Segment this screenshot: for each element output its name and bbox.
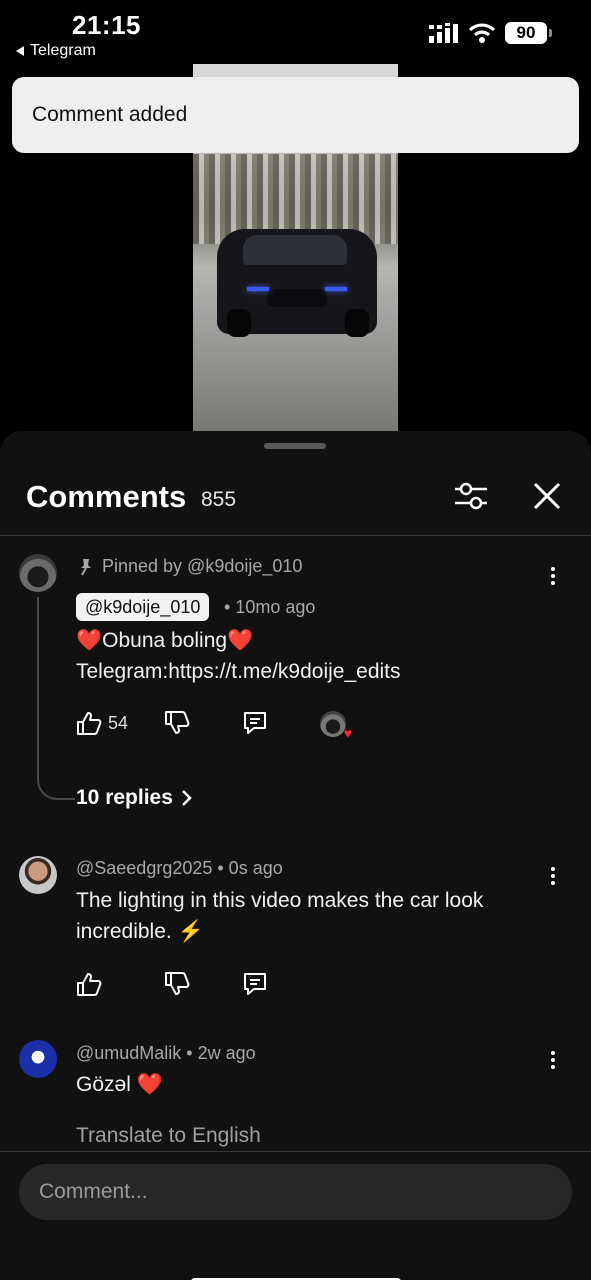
comment-input[interactable]: [19, 1164, 572, 1220]
creator-avatar: [320, 711, 346, 737]
status-time: 21:15: [72, 10, 141, 40]
replies-label: 10 replies: [76, 786, 173, 809]
toast-text: Comment added: [32, 103, 188, 126]
more-options-button[interactable]: [546, 565, 560, 589]
view-replies-button[interactable]: 10 replies: [76, 786, 193, 810]
comment-text-line-1: ❤️Obuna boling❤️: [76, 629, 254, 652]
pin-icon: [81, 558, 91, 575]
close-icon: [533, 482, 561, 510]
battery-indicator: 90: [505, 22, 552, 44]
comment-time: • 10mo ago: [224, 597, 316, 617]
reply-button[interactable]: [242, 970, 268, 998]
more-options-button[interactable]: [546, 865, 560, 889]
pinned-label: Pinned by @k9doije_010: [78, 556, 302, 577]
toast-notification: Comment added: [12, 77, 579, 153]
sheet-title: Comments: [26, 479, 187, 514]
comments-sheet: Comments 855 Pinned by @k9doije_010 @k9d…: [0, 431, 591, 1280]
comment-author-time: @Saeedgrg2025 • 0s ago: [76, 858, 283, 878]
comment-text-line-1: Gözəl ❤️: [76, 1073, 163, 1096]
signal-icon: [429, 23, 458, 43]
thumbs-down-icon: [165, 711, 190, 734]
thumbs-up-icon: [77, 712, 102, 735]
dislike-button[interactable]: [164, 970, 190, 998]
comment-text-line-2: incredible. ⚡: [76, 920, 204, 943]
like-button[interactable]: [76, 970, 102, 998]
close-button[interactable]: [530, 479, 564, 513]
comment-text-line-2[interactable]: Telegram:https://t.me/k9doije_edits: [76, 656, 401, 687]
video-car: [217, 229, 377, 337]
sliders-icon: [455, 482, 487, 510]
sort-filter-button[interactable]: [452, 479, 490, 513]
thread-line: [37, 597, 75, 800]
chevron-right-icon: [182, 790, 192, 806]
comment-text-line-1: The lighting in this video makes the car…: [76, 889, 484, 912]
back-to-telegram[interactable]: Telegram: [16, 42, 96, 60]
like-button[interactable]: 54: [76, 709, 128, 737]
comment-author-time: @umudMalik • 2w ago: [76, 1043, 256, 1063]
pinned-text: Pinned by @k9doije_010: [102, 556, 303, 576]
avatar[interactable]: [19, 554, 57, 592]
thumbs-down-icon: [165, 972, 190, 995]
like-count: 54: [108, 712, 129, 733]
wifi-icon: [469, 23, 495, 43]
comment-composer: [0, 1151, 591, 1280]
dislike-button[interactable]: [164, 709, 190, 737]
creator-heart-badge: ♥: [320, 711, 352, 741]
back-arrow-icon: [16, 46, 24, 56]
reply-button[interactable]: [242, 709, 268, 737]
header-divider: [0, 535, 591, 536]
sheet-grabber[interactable]: [264, 443, 326, 449]
reply-icon: [244, 973, 266, 995]
back-app-label: Telegram: [30, 42, 96, 59]
avatar[interactable]: [19, 1040, 57, 1078]
translate-link[interactable]: Translate to English: [76, 1124, 261, 1148]
comment-count: 855: [201, 488, 237, 511]
more-options-button[interactable]: [546, 1049, 560, 1073]
heart-icon: ♥: [343, 725, 352, 741]
avatar[interactable]: [19, 856, 57, 894]
reply-icon: [244, 712, 266, 734]
thumbs-up-icon: [77, 973, 102, 996]
author-chip[interactable]: @k9doije_010: [76, 593, 210, 621]
status-icons: 90: [429, 22, 552, 44]
